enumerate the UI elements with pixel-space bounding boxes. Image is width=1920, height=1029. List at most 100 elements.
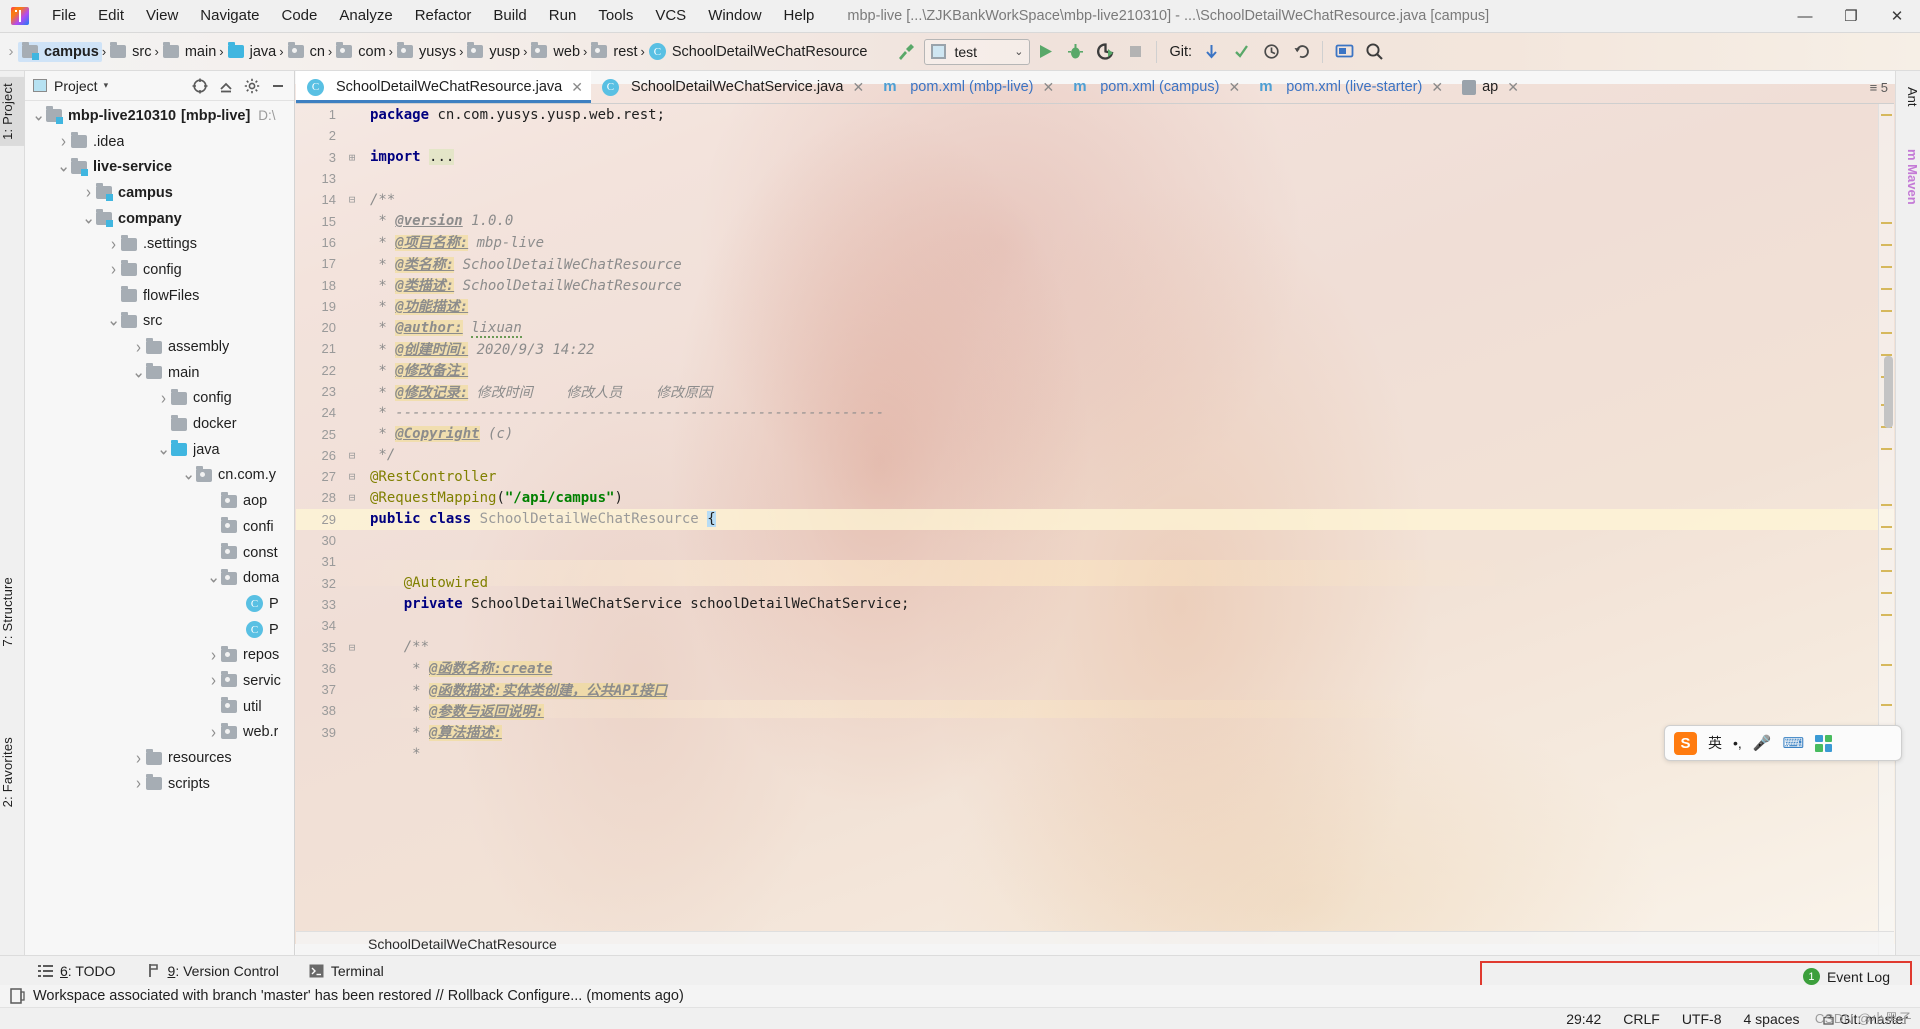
tree-item[interactable]: › assembly: [25, 334, 294, 360]
sidebar-item-ant[interactable]: Ant: [1895, 81, 1920, 113]
menu-bar[interactable]: File Edit View Navigate Code Analyze Ref…: [41, 0, 825, 33]
tab-pom-campus[interactable]: m pom.xml (campus) ✕: [1062, 71, 1248, 103]
code-line[interactable]: 24 * -----------------------------------…: [296, 402, 1894, 423]
bottom-item-terminal[interactable]: Terminal: [309, 963, 384, 979]
code-line[interactable]: 17 * @类名称: SchoolDetailWeChatResource: [296, 253, 1894, 274]
tab-school-detail-wechat-service[interactable]: C SchoolDetailWeChatService.java ✕: [591, 71, 872, 103]
indent-setting[interactable]: 4 spaces: [1743, 1011, 1799, 1027]
ime-punctuation-label[interactable]: •,: [1733, 735, 1742, 751]
code-line[interactable]: 3 ⊞ import ...: [296, 147, 1894, 168]
breadcrumb-src[interactable]: src: [106, 42, 154, 62]
chevron-right-icon[interactable]: ›: [106, 260, 121, 280]
tab-school-detail-wechat-resource[interactable]: C SchoolDetailWeChatResource.java ✕: [296, 71, 591, 103]
search-everywhere-button[interactable]: [1359, 38, 1389, 66]
chevron-right-icon[interactable]: ›: [206, 646, 221, 666]
menu-view[interactable]: View: [135, 3, 189, 29]
tab-ap[interactable]: ap ✕: [1451, 71, 1527, 103]
tree-item[interactable]: confi: [25, 514, 294, 540]
breadcrumb-yusp[interactable]: yusp: [463, 42, 523, 62]
tree-item[interactable]: ⌄ doma: [25, 565, 294, 591]
event-log-button[interactable]: 1 Event Log: [1802, 968, 1890, 985]
line-separator[interactable]: CRLF: [1623, 1011, 1660, 1027]
tree-item[interactable]: › resources: [25, 745, 294, 771]
editor-tab-overflow[interactable]: ≡ 5: [1864, 71, 1894, 103]
menu-analyze[interactable]: Analyze: [328, 3, 403, 29]
breadcrumb-main[interactable]: main: [159, 42, 219, 62]
tree-item[interactable]: › servic: [25, 668, 294, 694]
git-commit-button[interactable]: [1226, 38, 1256, 66]
menu-window[interactable]: Window: [697, 3, 772, 29]
code-line[interactable]: 2: [296, 125, 1894, 146]
tree-item[interactable]: ⌄ cn.com.y: [25, 463, 294, 489]
debug-button[interactable]: [1060, 38, 1090, 66]
menu-refactor[interactable]: Refactor: [404, 3, 483, 29]
fold-toggle-icon[interactable]: ⊞: [342, 151, 362, 164]
project-tree[interactable]: ⌄ mbp-live210310 [mbp-live] D:\ › .idea ⌄ live-…: [25, 101, 294, 955]
code-line[interactable]: 23 * @修改记录: 修改时间 修改人员 修改原因: [296, 381, 1894, 402]
chevron-down-icon[interactable]: ⌄: [156, 441, 171, 458]
sidebar-item-structure[interactable]: 7: Structure: [0, 571, 25, 653]
chevron-right-icon[interactable]: ›: [131, 337, 146, 357]
stop-button[interactable]: [1120, 38, 1150, 66]
code-line[interactable]: 29 public class SchoolDetailWeChatResourc…: [296, 508, 1894, 530]
breadcrumb-java[interactable]: java: [224, 42, 280, 62]
git-revert-button[interactable]: [1286, 38, 1316, 66]
hide-panel-icon[interactable]: [266, 74, 290, 98]
code-line[interactable]: 14 ⊟ /**: [296, 189, 1894, 210]
breadcrumb-class[interactable]: C SchoolDetailWeChatResource: [645, 41, 871, 62]
code-line[interactable]: 19 * @功能描述:: [296, 296, 1894, 317]
bottom-item-version-control[interactable]: 9: Version Control: [146, 963, 279, 979]
code-line[interactable]: 34: [296, 615, 1894, 636]
tree-item[interactable]: const: [25, 540, 294, 566]
breadcrumb-com[interactable]: com: [332, 42, 388, 62]
chevron-down-icon[interactable]: ⌄: [131, 364, 146, 381]
tab-pom-live-starter[interactable]: m pom.xml (live-starter) ✕: [1248, 71, 1451, 103]
bottom-item-todo[interactable]: 6: TODO: [38, 963, 116, 979]
code-line[interactable]: 30: [296, 530, 1894, 551]
menu-build[interactable]: Build: [482, 3, 537, 29]
maximize-button[interactable]: ❐: [1828, 0, 1874, 33]
chevron-down-icon[interactable]: ⌄: [181, 466, 196, 483]
code-line[interactable]: 18 * @类描述: SchoolDetailWeChatResource: [296, 274, 1894, 295]
tree-item[interactable]: › .idea: [25, 129, 294, 155]
chevron-down-icon[interactable]: ⌄: [206, 569, 221, 586]
code-line[interactable]: 21 * @创建时间: 2020/9/3 14:22: [296, 338, 1894, 359]
code-line[interactable]: 36 * @函数名称:create: [296, 658, 1894, 679]
code-content[interactable]: 1 package cn.com.yusys.yusp.web.rest; 2 3 ⊞ i…: [296, 104, 1894, 955]
chevron-down-icon[interactable]: ⌄: [31, 107, 46, 124]
tree-item[interactable]: › config: [25, 386, 294, 412]
run-with-coverage-button[interactable]: [1090, 38, 1120, 66]
code-line[interactable]: 16 * @项目名称: mbp-live: [296, 232, 1894, 253]
code-line[interactable]: 32 @Autowired: [296, 573, 1894, 594]
code-line[interactable]: 39 * @算法描述:: [296, 722, 1894, 743]
menu-file[interactable]: File: [41, 3, 87, 29]
fold-toggle-icon[interactable]: ⊟: [342, 449, 362, 462]
close-icon[interactable]: ✕: [1042, 79, 1054, 96]
code-line[interactable]: 26 ⊟ */: [296, 445, 1894, 466]
fold-toggle-icon[interactable]: ⊟: [342, 193, 362, 206]
editor-marker-bar[interactable]: [1878, 104, 1894, 955]
editor-body[interactable]: 1 package cn.com.yusys.yusp.web.rest; 2 3 ⊞ i…: [296, 104, 1894, 955]
file-encoding[interactable]: UTF-8: [1682, 1011, 1722, 1027]
tree-item[interactable]: flowFiles: [25, 283, 294, 309]
tree-item[interactable]: ⌄ main: [25, 360, 294, 386]
tree-item[interactable]: ⌄ src: [25, 309, 294, 335]
breadcrumb-rest[interactable]: rest: [587, 42, 640, 62]
code-line[interactable]: 31: [296, 551, 1894, 572]
tree-item[interactable]: › config: [25, 257, 294, 283]
menu-navigate[interactable]: Navigate: [189, 3, 270, 29]
chevron-right-icon[interactable]: ›: [206, 671, 221, 691]
chevron-right-icon[interactable]: ›: [206, 723, 221, 743]
code-line[interactable]: 28 ⊟ @RequestMapping("/api/campus"): [296, 487, 1894, 508]
toggle-presentation-button[interactable]: [1329, 38, 1359, 66]
fold-toggle-icon[interactable]: ⊟: [342, 470, 362, 483]
chevron-down-icon[interactable]: ▾: [104, 80, 109, 91]
menu-edit[interactable]: Edit: [87, 3, 135, 29]
close-icon[interactable]: ✕: [1431, 79, 1443, 96]
git-update-button[interactable]: [1196, 38, 1226, 66]
microphone-icon[interactable]: 🎤: [1753, 734, 1772, 752]
editor-scrollbar-thumb[interactable]: [1884, 356, 1893, 428]
breadcrumb-cn[interactable]: cn: [284, 42, 328, 62]
code-line[interactable]: 33 private SchoolDetailWeChatService sch…: [296, 594, 1894, 615]
code-line[interactable]: 27 ⊟ @RestController: [296, 466, 1894, 487]
